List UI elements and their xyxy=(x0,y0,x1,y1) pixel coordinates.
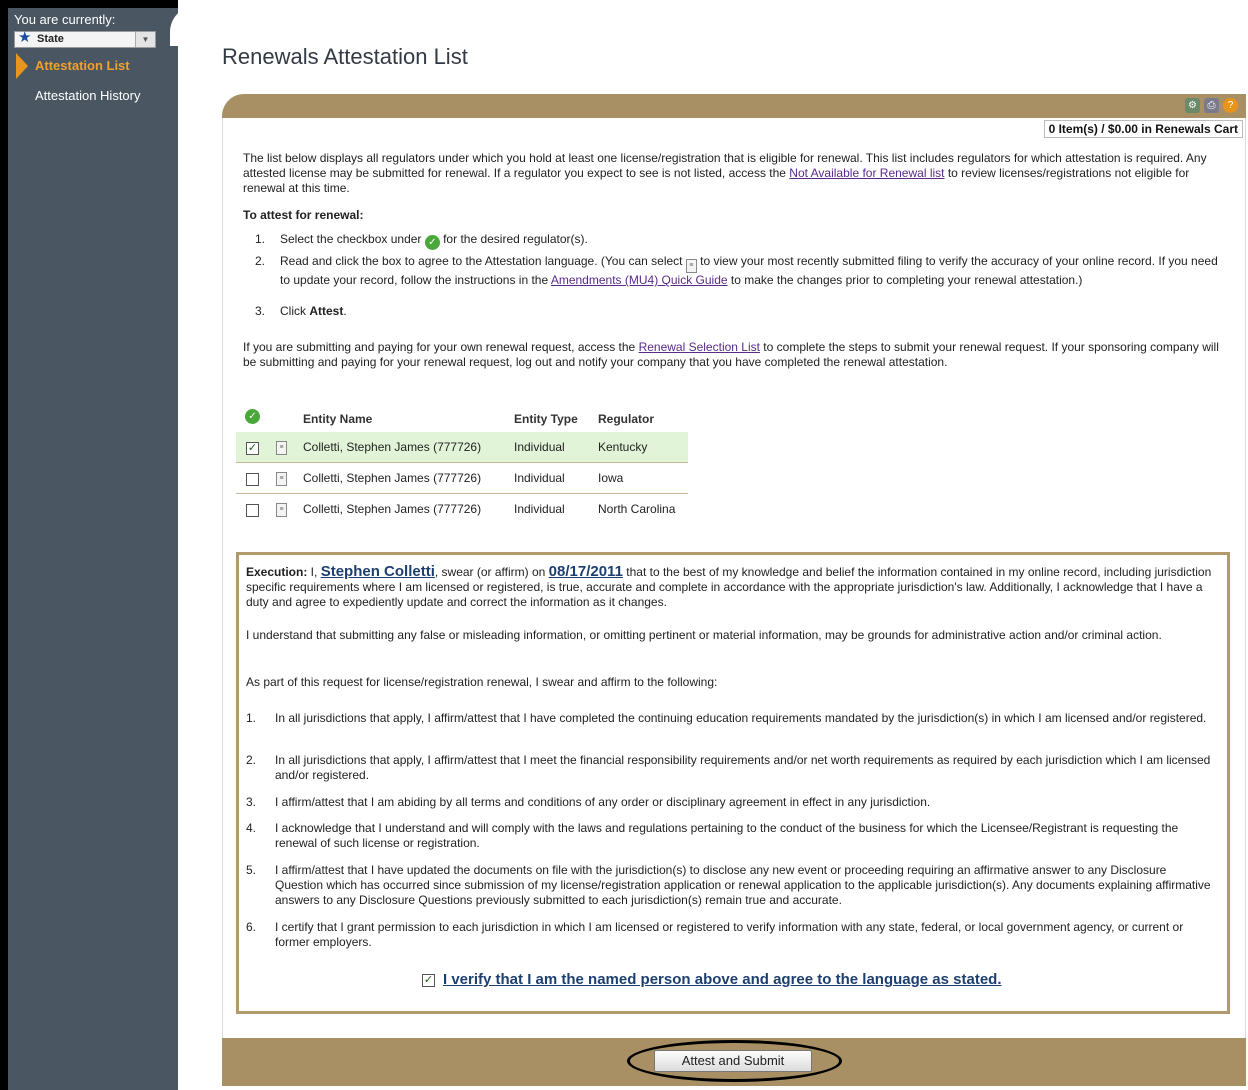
understand-paragraph: I understand that submitting any false o… xyxy=(246,628,1162,642)
step-text: . xyxy=(343,304,347,318)
attestor-name: Stephen Colletti xyxy=(320,563,435,580)
row-checkbox[interactable] xyxy=(246,504,259,517)
execution-text: , swear (or affirm) on xyxy=(434,565,549,579)
sidebar-item-attestation-list[interactable]: Attestation List xyxy=(35,58,130,73)
list-number: 4. xyxy=(246,821,257,835)
panel-header: ⚙ ⎙ ? xyxy=(222,94,1246,118)
entity-type-cell: Individual xyxy=(514,471,565,485)
role-select-value: State xyxy=(37,33,64,45)
entity-name-cell: Colletti, Stephen James (777726) xyxy=(303,440,482,454)
star-icon: ★ xyxy=(18,29,32,46)
help-icon[interactable]: ? xyxy=(1223,98,1238,113)
step-text: Select the checkbox under xyxy=(280,232,425,246)
regulator-cell: Kentucky xyxy=(598,440,648,454)
green-check-icon: ✓ xyxy=(245,409,260,424)
document-icon: ≡ xyxy=(685,259,697,273)
verify-checkbox[interactable]: ✓ xyxy=(422,974,435,987)
entity-type-cell: Individual xyxy=(514,440,565,454)
step-number: 2. xyxy=(255,254,266,268)
list-number: 6. xyxy=(246,920,257,934)
renewals-cart[interactable]: 0 Item(s) / $0.00 in Renewals Cart xyxy=(1043,120,1243,138)
entity-name-cell: Colletti, Stephen James (777726) xyxy=(303,502,482,516)
list-text: I affirm/attest that I am abiding by all… xyxy=(275,795,931,809)
document-icon[interactable]: ≡ xyxy=(276,441,287,455)
list-text: In all jurisdictions that apply, I affir… xyxy=(275,753,1211,782)
table-row[interactable]: ✓ ≡ Colletti, Stephen James (777726) Ind… xyxy=(236,432,688,463)
list-number: 5. xyxy=(246,863,257,877)
step-text: for the desired regulator(s). xyxy=(439,232,588,246)
not-available-link[interactable]: Not Available for Renewal list xyxy=(789,166,944,180)
table-header-row: ✓ Entity Name Entity Type Regulator xyxy=(236,407,688,432)
execution-label: Execution: xyxy=(246,565,308,579)
green-check-icon: ✓ xyxy=(424,235,440,250)
list-text: In all jurisdictions that apply, I affir… xyxy=(275,711,1207,725)
submitting-paragraph: If you are submitting and paying for you… xyxy=(243,340,1223,370)
list-text: I acknowledge that I understand and will… xyxy=(275,821,1179,850)
regulator-header: Regulator xyxy=(598,412,655,426)
regulator-cell: North Carolina xyxy=(598,502,676,516)
network-icon[interactable]: ⚙ xyxy=(1185,98,1200,113)
step-text: Read and click the box to agree to the A… xyxy=(280,254,686,268)
sidebar-gap xyxy=(178,0,202,1090)
row-checkbox[interactable] xyxy=(246,473,259,486)
attestation-date: 08/17/2011 xyxy=(548,563,623,580)
print-icon[interactable]: ⎙ xyxy=(1204,98,1219,113)
table-row[interactable]: ≡ Colletti, Stephen James (777726) Indiv… xyxy=(236,494,688,525)
page-title: Renewals Attestation List xyxy=(222,44,468,69)
regulator-table: ✓ Entity Name Entity Type Regulator ✓ ≡ … xyxy=(236,407,688,525)
sidebar-item-attestation-history[interactable]: Attestation History xyxy=(35,88,141,103)
table-row[interactable]: ≡ Colletti, Stephen James (777726) Indiv… xyxy=(236,463,688,494)
amendments-guide-link[interactable]: Amendments (MU4) Quick Guide xyxy=(551,273,728,287)
list-number: 1. xyxy=(246,711,257,725)
entity-type-cell: Individual xyxy=(514,502,565,516)
row-checkbox[interactable]: ✓ xyxy=(246,442,259,455)
execution-paragraph: Execution: I, Stephen Colletti, swear (o… xyxy=(246,564,1221,610)
step-text: to make the changes prior to completing … xyxy=(727,273,1083,287)
verify-label[interactable]: I verify that I am the named person abov… xyxy=(443,971,1002,988)
list-text: I certify that I grant permission to eac… xyxy=(275,920,1184,949)
entity-name-cell: Colletti, Stephen James (777726) xyxy=(303,471,482,485)
list-text: I affirm/attest that I have updated the … xyxy=(275,863,1211,907)
role-select[interactable]: ★ State ▼ xyxy=(14,29,156,48)
highlight-oval xyxy=(627,1040,842,1082)
regulator-cell: Iowa xyxy=(598,471,624,485)
active-arrow-icon xyxy=(16,53,28,79)
step-text-bold: Attest xyxy=(309,304,344,318)
list-number: 3. xyxy=(246,795,257,809)
entity-name-header: Entity Name xyxy=(303,412,373,426)
step-text: Click xyxy=(280,304,310,318)
document-icon[interactable]: ≡ xyxy=(276,503,287,517)
to-attest-heading: To attest for renewal: xyxy=(243,208,364,222)
sidebar xyxy=(0,0,188,1090)
renewal-selection-link[interactable]: Renewal Selection List xyxy=(639,340,760,354)
document-icon[interactable]: ≡ xyxy=(276,472,287,486)
intro-paragraph: The list below displays all regulators u… xyxy=(243,151,1223,196)
step-number: 3. xyxy=(255,304,266,318)
execution-text: I, xyxy=(307,565,321,579)
as-part-paragraph: As part of this request for license/regi… xyxy=(246,675,718,689)
submitting-text: If you are submitting and paying for you… xyxy=(243,340,639,354)
chevron-down-icon[interactable]: ▼ xyxy=(135,32,155,47)
you-are-currently-label: You are currently: xyxy=(14,12,116,27)
list-number: 2. xyxy=(246,753,257,767)
step-number: 1. xyxy=(255,232,266,246)
sidebar-panel xyxy=(8,8,180,1090)
entity-type-header: Entity Type xyxy=(514,412,578,426)
